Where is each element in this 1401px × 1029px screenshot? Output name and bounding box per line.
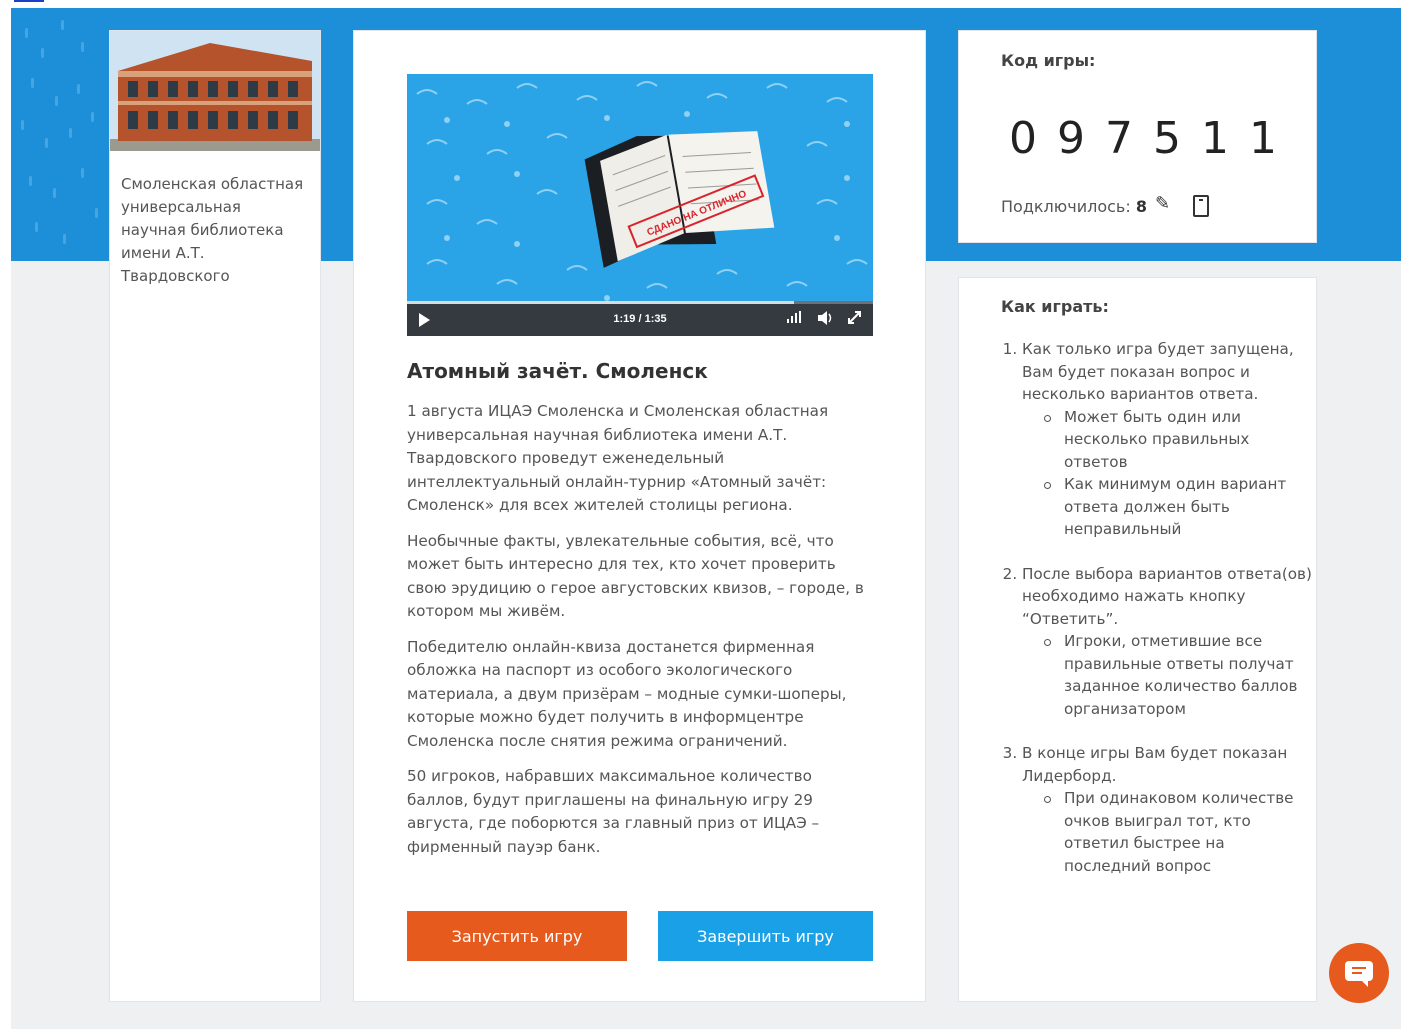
- game-card: СДАНО НА ОТЛИЧНО 1:19 / 1:35 Атомный зач…: [353, 30, 926, 1002]
- how-to-play-title: Как играть:: [1001, 297, 1109, 316]
- step-subitem: Как минимум один вариант ответа должен б…: [1044, 473, 1312, 541]
- video-player[interactable]: СДАНО НА ОТЛИЧНО 1:19 / 1:35: [407, 74, 873, 336]
- game-code-value: 097511: [1009, 113, 1297, 164]
- connected-number: 8: [1135, 197, 1147, 216]
- finish-game-button[interactable]: Завершить игру: [658, 911, 873, 961]
- mobile-device-icon[interactable]: [1193, 195, 1209, 217]
- start-game-button[interactable]: Запустить игру: [407, 911, 627, 961]
- step-item: Как только игра будет запущена, Вам буде…: [1022, 338, 1312, 541]
- step-text: В конце игры Вам будет показан Лидерборд…: [1022, 744, 1288, 785]
- game-code-label: Код игры:: [1001, 51, 1096, 70]
- game-title: Атомный зачёт. Смоленск: [407, 359, 708, 383]
- top-link-fragment: [14, 0, 54, 6]
- how-to-play-steps: Как только игра будет запущена, Вам буде…: [1001, 338, 1312, 899]
- step-subitem: Игроки, отметившие все правильные ответы…: [1044, 630, 1312, 720]
- game-description: 1 августа ИЦАЭ Смоленска и Смоленская об…: [407, 400, 877, 871]
- step-subitem: Может быть один или несколько правильных…: [1044, 406, 1312, 474]
- video-controls: 1:19 / 1:35: [407, 301, 873, 336]
- video-progress-bar[interactable]: [407, 301, 873, 304]
- chat-button[interactable]: [1329, 943, 1389, 1003]
- how-to-play-card: Как играть: Как только игра будет запуще…: [958, 277, 1317, 1002]
- step-text: После выбора вариантов ответа(ов) необхо…: [1022, 564, 1312, 628]
- quality-icon[interactable]: [787, 311, 801, 327]
- banner-pattern: [21, 20, 98, 244]
- description-paragraph: Необычные факты, увлекательные события, …: [407, 531, 864, 621]
- description-paragraph: Победителю онлайн-квиза достанется фирме…: [407, 637, 847, 750]
- connected-label: Подключилось:: [1001, 197, 1131, 216]
- chat-icon: [1345, 961, 1373, 987]
- step-text: Как только игра будет запущена, Вам буде…: [1022, 340, 1294, 403]
- description-paragraph: 1 августа ИЦАЭ Смоленска и Смоленская об…: [407, 402, 829, 514]
- step-item: После выбора вариантов ответа(ов) необхо…: [1022, 563, 1312, 721]
- video-time: 1:19 / 1:35: [613, 313, 667, 325]
- video-frame: СДАНО НА ОТЛИЧНО: [407, 74, 873, 304]
- game-code-card: Код игры: 097511 Подключилось: 8 ✎: [958, 30, 1317, 243]
- connected-count: Подключилось: 8: [1001, 197, 1147, 216]
- description-paragraph: 50 игроков, набравших максимальное колич…: [407, 767, 820, 856]
- video-progress-fill: [407, 301, 794, 304]
- volume-icon[interactable]: [818, 311, 834, 329]
- step-item: В конце игры Вам будет показан Лидерборд…: [1022, 742, 1312, 877]
- library-card: Смоленская областная универсальная научн…: [109, 30, 321, 1002]
- library-name: Смоленская областная универсальная научн…: [121, 175, 304, 285]
- library-building-image: [110, 31, 320, 151]
- pencil-icon[interactable]: ✎: [1155, 193, 1170, 214]
- step-subitem: При одинаковом количестве очков выиграл …: [1044, 787, 1312, 877]
- page: Смоленская областная универсальная научн…: [11, 8, 1401, 1029]
- fullscreen-icon[interactable]: [848, 311, 861, 328]
